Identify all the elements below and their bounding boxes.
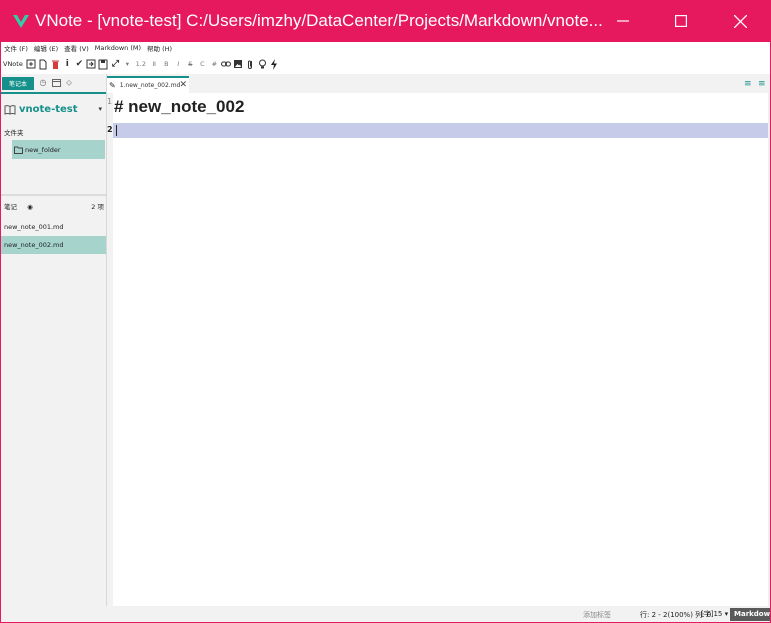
notes-count: 2 项 — [91, 203, 104, 211]
attachment-icon[interactable] — [245, 58, 256, 70]
link-icon[interactable] — [221, 58, 232, 70]
syntax-mode-badge[interactable]: Markdown — [730, 608, 771, 621]
export-icon[interactable] — [86, 58, 97, 70]
expand-icon[interactable]: ⤢ — [110, 58, 121, 70]
window-title: VNote - [vnote-test] C:/Users/imzhy/Data… — [35, 11, 603, 30]
notebook-name: vnote-test — [19, 103, 78, 115]
editor-area[interactable] — [113, 93, 771, 606]
left-panel-tabs: 笔记本 ◷ ⬦ — [0, 74, 106, 94]
text-caret — [116, 125, 117, 136]
note-item-selected[interactable]: new_note_002.md — [0, 236, 106, 254]
editor-outline-icon[interactable]: ≡ — [758, 79, 766, 89]
info-icon[interactable]: i — [62, 58, 73, 70]
explorer-icon[interactable] — [51, 78, 61, 88]
line-number-current: 2 — [107, 125, 113, 134]
pause-icon[interactable]: Ⅱ — [149, 58, 160, 70]
notebook-selector[interactable]: vnote-test ▾ — [4, 102, 104, 116]
new-note-icon[interactable] — [38, 58, 49, 70]
vnote-logo-icon — [13, 15, 29, 28]
editor-tab-bar: ✎ 1.new_note_002.md ✕ ≡ ≡ — [107, 74, 771, 93]
menu-markdown[interactable]: Markdown (M) — [95, 44, 141, 52]
notebook-panel: vnote-test ▾ 文件夹 new_folder — [0, 94, 106, 194]
edit-pencil-icon: ✎ — [109, 81, 116, 90]
check-icon[interactable]: ✔ — [74, 58, 85, 70]
maximize-icon — [675, 15, 687, 27]
menu-edit[interactable]: 编辑 (E) — [34, 43, 58, 53]
toolbar-vnote-label: VNote — [3, 60, 23, 68]
editor-line-heading[interactable]: # new_note_002 — [114, 97, 244, 117]
italic-button[interactable]: I — [173, 58, 184, 70]
folder-item[interactable]: new_folder — [12, 140, 105, 159]
heading-hash-button[interactable]: # — [209, 58, 220, 70]
editor-tab[interactable]: ✎ 1.new_note_002.md ✕ — [107, 76, 189, 93]
image-icon[interactable] — [233, 58, 244, 70]
close-icon — [733, 14, 747, 28]
tag-icon[interactable]: ⬦ — [64, 78, 74, 88]
maximize-button[interactable] — [652, 0, 710, 42]
toolbar: VNote i ✔ ⤢ ▾ 1.2 Ⅱ B I S C # — [0, 56, 281, 72]
tab-notebook[interactable]: 笔记本 — [2, 77, 34, 90]
folder-icon — [14, 146, 23, 154]
book-icon — [4, 104, 16, 115]
notes-label: 笔记 ◉ — [4, 201, 33, 211]
new-notebook-icon[interactable] — [26, 58, 37, 70]
notes-panel: 笔记 ◉ 2 项 new_note_001.md new_note_002.md — [0, 196, 106, 606]
menu-bar: 文件 (F) 编辑 (E) 查看 (V) Markdown (M) 帮助 (H) — [0, 42, 178, 54]
editor-tab-label: 1.new_note_002.md — [119, 82, 181, 89]
heading-level-button[interactable]: 1.2 — [134, 58, 148, 70]
note-label: new_note_002.md — [4, 241, 64, 249]
strikethrough-button[interactable]: S — [185, 58, 196, 70]
status-bar: 添加标签 行: 2 - 2(100%) 列: 0 [字]15 ▾ Markdow… — [0, 606, 771, 623]
line-number: 1 — [107, 97, 113, 106]
editor-menu-icon[interactable]: ≡ — [744, 79, 752, 89]
tab-notebook-label: 笔记本 — [8, 81, 27, 88]
folder-label: new_folder — [25, 145, 61, 154]
lightbulb-icon[interactable] — [257, 58, 268, 70]
history-icon[interactable]: ◷ — [38, 78, 48, 88]
notes-label-text: 笔记 — [4, 203, 17, 211]
chevron-down-icon: ▾ — [98, 105, 102, 113]
note-item[interactable]: new_note_001.md — [0, 218, 106, 236]
folders-label: 文件夹 — [4, 129, 24, 137]
add-tag-button[interactable]: 添加标签 — [583, 610, 611, 620]
tab-close-icon[interactable]: ✕ — [179, 80, 187, 90]
minimize-icon — [617, 20, 629, 22]
delete-icon[interactable] — [50, 58, 61, 70]
minimize-button[interactable] — [594, 0, 652, 42]
close-button[interactable] — [711, 0, 769, 42]
bold-button[interactable]: B — [161, 58, 172, 70]
lightning-icon[interactable] — [269, 58, 280, 70]
save-icon[interactable] — [98, 58, 109, 70]
title-bar: VNote - [vnote-test] C:/Users/imzhy/Data… — [0, 0, 771, 42]
menu-file[interactable]: 文件 (F) — [4, 43, 28, 53]
current-line-highlight — [113, 123, 771, 138]
inline-code-button[interactable]: C — [197, 58, 208, 70]
menu-view[interactable]: 查看 (V) — [64, 43, 89, 53]
note-label: new_note_001.md — [4, 223, 64, 231]
word-count-selector[interactable]: [字]15 ▾ — [701, 609, 728, 619]
eye-icon[interactable]: ◉ — [27, 203, 33, 211]
menu-help[interactable]: 帮助 (H) — [147, 43, 172, 53]
dropdown-chevron-icon[interactable]: ▾ — [122, 58, 133, 70]
